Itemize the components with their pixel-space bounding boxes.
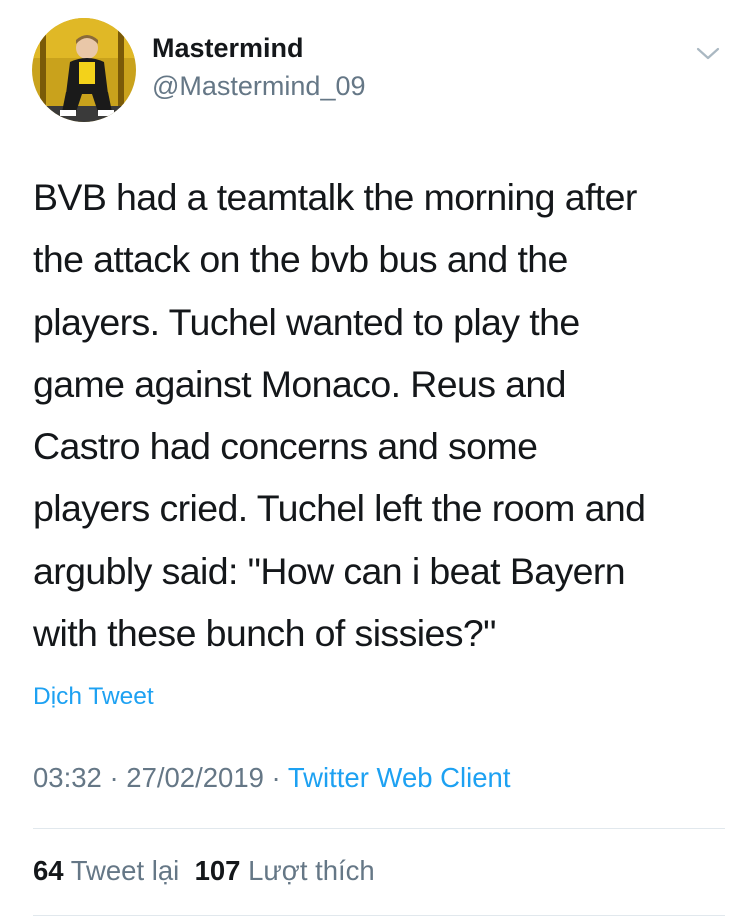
tweet-text-line: with these bunch of sissies?" [33,612,496,655]
tweet-metadata: 03:32 · 27/02/2019 · Twitter Web Client [33,762,511,794]
author-handle[interactable]: @Mastermind_09 [152,71,366,102]
tweet-time[interactable]: 03:32 [33,762,102,793]
avatar[interactable] [32,18,136,122]
likes-label: Lượt thích [248,855,375,886]
translate-tweet-link[interactable]: Dịch Tweet [33,683,154,711]
tweet-text-line: players. Tuchel wanted to play the [33,300,580,343]
tweet-text: BVB had a teamtalk the morning after the… [33,166,723,664]
tweet-text-line: BVB had a teamtalk the morning after [33,176,637,218]
chevron-down-icon[interactable] [693,42,723,66]
tweet-text-line: the attack on the bvb bus and the [33,238,568,281]
retweets-label: Tweet lại [70,855,180,886]
divider [33,828,725,829]
tweet-text-line: game against Monaco. Reus and [33,362,567,405]
tweet-text-line: Castro had concerns and some [33,425,538,468]
meta-separator: · [263,762,288,793]
tweet-text-line: players cried. Tuchel left the room and [33,487,646,530]
engagement-stats: 64 Tweet lại 107 Lượt thích [33,855,375,887]
divider [33,915,725,916]
author-display-name[interactable]: Mastermind [152,33,304,64]
tweet-detail: Mastermind @Mastermind_09 BVB had a team… [0,0,750,922]
tweet-date[interactable]: 27/02/2019 [126,762,264,793]
likes-count: 107 [194,855,241,886]
avatar-photo [32,18,136,122]
retweets-count: 64 [33,855,64,886]
tweet-text-line: argubly said: "How can i beat Bayern [33,549,626,592]
meta-separator: · [101,762,127,793]
tweet-client-link[interactable]: Twitter Web Client [288,762,511,793]
likes-stat[interactable]: 107 Lượt thích [195,855,375,886]
retweets-stat[interactable]: 64 Tweet lại [33,855,179,886]
